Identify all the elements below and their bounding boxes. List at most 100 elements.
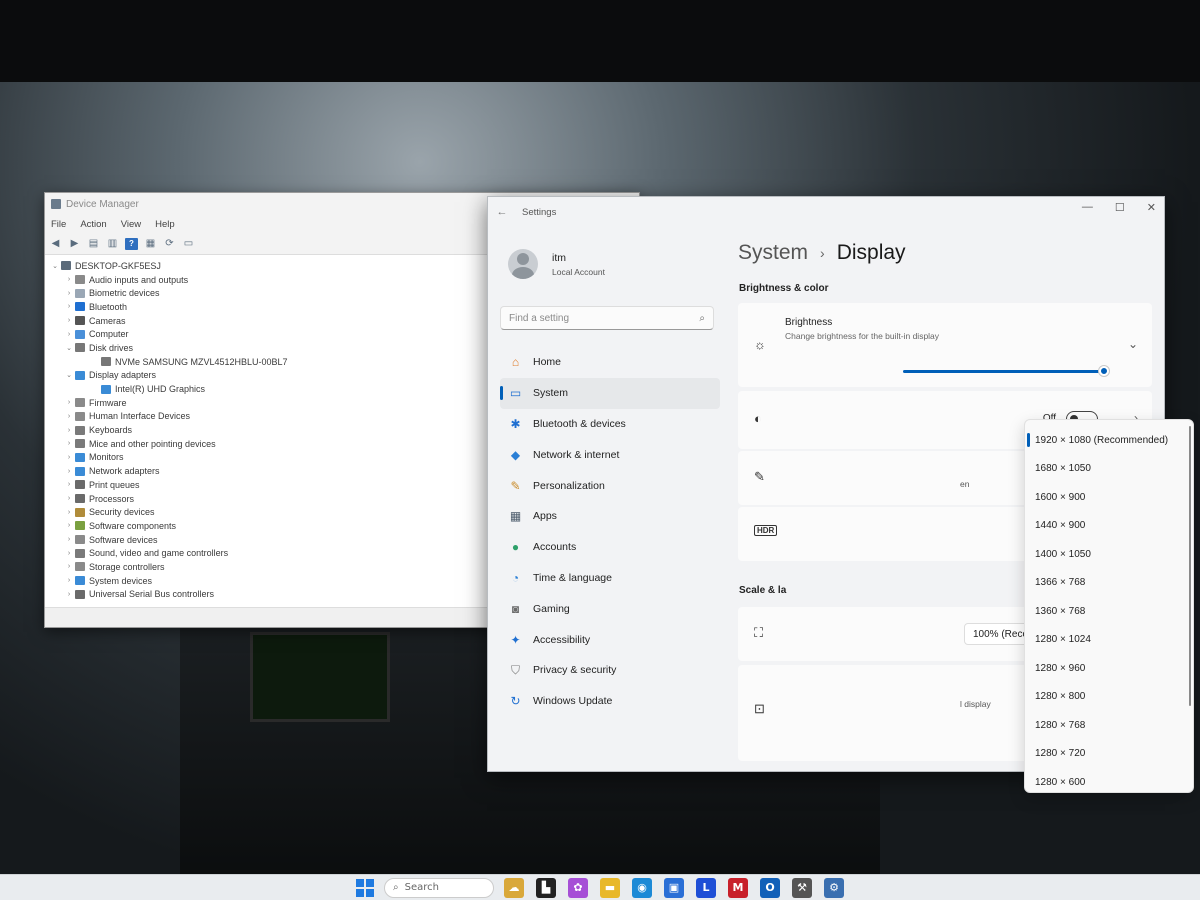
chevron-right-icon[interactable]: › [63, 399, 75, 406]
menu-file[interactable]: File [51, 219, 66, 230]
edge-icon[interactable]: ◉ [632, 877, 652, 898]
chevron-right-icon[interactable]: › [63, 550, 75, 557]
resolution-option[interactable]: 1360 × 768 [1025, 597, 1193, 626]
resolution-option[interactable]: 1440 × 900 [1025, 512, 1193, 541]
nav-item-label: Personalization [533, 479, 605, 492]
resolution-option[interactable]: 1280 × 1024 [1025, 626, 1193, 655]
resolution-option[interactable]: 1400 × 1050 [1025, 540, 1193, 569]
resolution-option[interactable]: 1280 × 600 [1025, 768, 1193, 792]
brightness-slider-track[interactable] [903, 370, 1103, 373]
chevron-right-icon[interactable]: › [63, 468, 75, 475]
l-app-icon[interactable]: L [696, 877, 716, 898]
chevron-right-icon[interactable]: › [63, 577, 75, 584]
menu-view[interactable]: View [121, 219, 141, 230]
back-arrow-icon[interactable]: ← [488, 206, 516, 218]
wifi-icon: ◆ [510, 447, 521, 462]
menu-help[interactable]: Help [155, 219, 175, 230]
nav-item-accounts[interactable]: ● Accounts [500, 532, 720, 563]
minimize-icon[interactable]: — [1082, 201, 1093, 214]
chevron-right-icon[interactable]: › [63, 522, 75, 529]
settings-gear-icon[interactable]: ⚙ [824, 877, 844, 898]
chevron-down-icon[interactable]: ⌄ [1128, 337, 1138, 351]
chevron-down-icon[interactable]: ⌄ [63, 344, 75, 352]
monitor-icon [75, 452, 85, 462]
chevron-right-icon[interactable]: › [63, 276, 75, 283]
bluetooth-icon [75, 302, 85, 312]
file-explorer-icon[interactable]: ▬ [600, 877, 620, 898]
chevron-right-icon[interactable]: › [63, 290, 75, 297]
properties-icon[interactable]: ▤ [87, 238, 100, 250]
update-driver-icon[interactable]: ▥ [106, 238, 119, 250]
nav-item-windows-update[interactable]: ↻ Windows Update [500, 686, 720, 717]
nav-item-privacy-security[interactable]: ⛉ Privacy & security [500, 655, 720, 686]
monitor-icon[interactable]: ▭ [182, 238, 195, 250]
brightness-subtitle: Change brightness for the built-in displ… [785, 331, 940, 341]
nav-item-bluetooth-devices[interactable]: ✱ Bluetooth & devices [500, 409, 720, 440]
resolution-option[interactable]: 1920 × 1080 (Recommended) [1025, 426, 1193, 455]
chevron-right-icon[interactable]: › [63, 331, 75, 338]
resolution-dropdown-list[interactable]: 1920 × 1080 (Recommended) 1680 × 1050 1600… [1024, 419, 1194, 793]
chevron-right-icon[interactable]: › [63, 317, 75, 324]
search-icon[interactable]: ⌕ [699, 313, 705, 324]
widgets-icon[interactable]: ☁ [504, 877, 524, 898]
menu-action[interactable]: Action [80, 219, 106, 230]
nav-item-system[interactable]: ▭ System [500, 377, 720, 409]
chevron-right-icon[interactable]: › [63, 536, 75, 543]
nav-item-personalization[interactable]: ✎ Personalization [500, 470, 720, 501]
back-arrow-icon[interactable]: ◀ [49, 238, 62, 250]
chevron-right-icon[interactable]: › [63, 440, 75, 447]
brightness-card[interactable]: ☼ Brightness Change brightness for the b… [738, 303, 1152, 387]
windows-start-icon[interactable] [356, 878, 374, 897]
chevron-right-icon[interactable]: › [63, 303, 75, 310]
tools-icon[interactable]: ⚒ [792, 877, 812, 898]
copilot-icon[interactable]: ✿ [568, 877, 588, 898]
forward-arrow-icon[interactable]: ▶ [68, 238, 81, 250]
help-icon[interactable]: ? [125, 237, 138, 250]
chevron-right-icon[interactable]: › [63, 413, 75, 420]
store-icon[interactable]: ▣ [664, 877, 684, 898]
breadcrumb-system[interactable]: System [738, 241, 808, 265]
chevron-right-icon[interactable]: › [63, 495, 75, 502]
tree-item-label: Firmware [89, 397, 127, 408]
resolution-option[interactable]: 1280 × 720 [1025, 740, 1193, 769]
close-icon[interactable]: ✕ [1147, 201, 1156, 214]
speaker-icon [75, 275, 85, 285]
user-profile[interactable]: itm Local Account [508, 249, 605, 279]
nav-item-gaming[interactable]: ◙ Gaming [500, 593, 720, 624]
settings-titlebar[interactable]: ← Settings — ☐ ✕ [488, 197, 1164, 227]
chevron-down-icon[interactable]: ⌄ [49, 262, 61, 270]
resolution-option[interactable]: 1280 × 960 [1025, 654, 1193, 683]
firmware-icon [75, 398, 85, 408]
details-icon[interactable]: ▦ [144, 238, 157, 250]
nav-item-time-language[interactable]: ◔ Time & language [500, 563, 720, 594]
brightness-slider-thumb[interactable] [1099, 366, 1109, 376]
resolution-option[interactable]: 1680 × 1050 [1025, 455, 1193, 484]
apps-icon: ▦ [509, 509, 522, 524]
chevron-down-icon[interactable]: ⌄ [63, 371, 75, 379]
settings-search-box[interactable]: ⌕ [500, 306, 714, 330]
nav-item-apps[interactable]: ▦ Apps [500, 501, 720, 532]
outlook-icon[interactable]: O [760, 877, 780, 898]
scan-hardware-icon[interactable]: ⟳ [163, 238, 176, 250]
chevron-right-icon[interactable]: › [63, 481, 75, 488]
maximize-icon[interactable]: ☐ [1115, 201, 1125, 214]
software-device-icon [75, 535, 85, 545]
nav-item-accessibility[interactable]: ✦ Accessibility [500, 624, 720, 655]
resolution-option[interactable]: 1600 × 900 [1025, 483, 1193, 512]
taskbar-search[interactable]: ⌕ Search [384, 877, 494, 898]
settings-nav: ⌂ Home ▭ System ✱ Bluetooth & devices ◆ Network… [500, 347, 720, 717]
chevron-right-icon[interactable]: › [63, 454, 75, 461]
settings-window[interactable]: ← Settings — ☐ ✕ itm Local Account ⌕ ⌂ Ho… [487, 196, 1194, 793]
resolution-option[interactable]: 1280 × 768 [1025, 711, 1193, 740]
chevron-right-icon[interactable]: › [63, 509, 75, 516]
search-input[interactable] [509, 312, 679, 324]
chevron-right-icon[interactable]: › [63, 563, 75, 570]
chevron-right-icon[interactable]: › [63, 427, 75, 434]
task-view-icon[interactable]: ▙ [536, 877, 556, 898]
chevron-right-icon[interactable]: › [63, 591, 75, 598]
resolution-option[interactable]: 1280 × 800 [1025, 683, 1193, 712]
nav-item-network-internet[interactable]: ◆ Network & internet [500, 439, 720, 470]
resolution-option[interactable]: 1366 × 768 [1025, 569, 1193, 598]
mcafee-icon[interactable]: M [728, 877, 748, 898]
nav-item-home[interactable]: ⌂ Home [500, 347, 720, 378]
